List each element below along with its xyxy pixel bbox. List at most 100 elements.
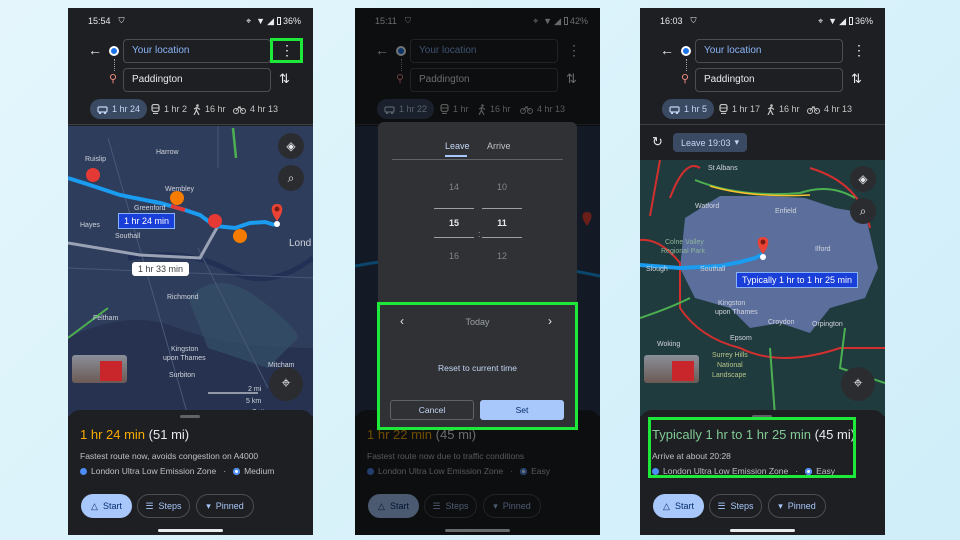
minute-picker[interactable]: 10 11 12 [482, 182, 522, 282]
steps-button[interactable]: ☰ Steps [137, 494, 190, 518]
route-time-label[interactable]: 1 hr 24 min [118, 213, 176, 229]
mode-tab-car[interactable]: 1 hr 5 [662, 99, 715, 119]
separator: · [223, 466, 227, 476]
swap-button[interactable]: ⇅ [279, 71, 290, 87]
steps-button[interactable]: ☰ Steps [709, 494, 762, 518]
map-label: Greenford [134, 205, 166, 212]
hour-option[interactable]: 16 [434, 238, 474, 261]
difficulty-icon [233, 467, 241, 475]
status-time: 15:54 [88, 16, 111, 26]
tab-arrive[interactable]: Arrive [487, 141, 511, 151]
route-details-sheet[interactable]: 1 hr 24 min (51 mi) Fastest route now, a… [68, 410, 313, 535]
destination-input[interactable]: Paddington [695, 68, 843, 92]
map-label: Enfield [775, 208, 797, 215]
bike-icon [233, 105, 246, 114]
divider [68, 124, 313, 125]
pinned-button[interactable]: ▾ Pinned [768, 494, 826, 518]
walk-icon [767, 103, 775, 115]
start-button[interactable]: △ Start [653, 494, 704, 518]
map-label: Ilford [815, 246, 831, 253]
home-indicator [158, 529, 223, 532]
street-view-thumbnail[interactable] [72, 355, 127, 383]
map-label: Surrey Hills [712, 352, 748, 359]
start-label: Start [674, 501, 694, 511]
location-icon: ⌖ [246, 15, 252, 26]
time-separator: : [478, 229, 481, 239]
map-label: Colne Valley [665, 239, 704, 246]
route-time-label[interactable]: Typically 1 hr to 1 hr 25 min [736, 272, 859, 288]
battery-percent: 36% [282, 16, 301, 26]
origin-input[interactable]: Your location [123, 39, 271, 63]
car-icon [97, 105, 108, 114]
layers-button[interactable]: ◈ [850, 166, 876, 192]
my-location-button[interactable]: ⌖ [269, 367, 303, 401]
destination-pin-icon: ⚲ [681, 73, 690, 85]
location-icon: ⌖ [818, 15, 824, 26]
mode-time: 1 hr 17 [732, 104, 761, 114]
route-info-row: London Ultra Low Emission Zone · Medium [80, 466, 274, 476]
pin-icon: ▾ [778, 500, 783, 511]
drag-handle[interactable] [180, 415, 200, 418]
pinned-button[interactable]: ▾ Pinned [196, 494, 254, 518]
search-map-button[interactable]: ⌕ [850, 198, 876, 224]
tab-underline [445, 155, 467, 157]
signal-icon: ◢ [267, 15, 274, 26]
minute-selected[interactable]: 11 [482, 208, 522, 238]
mode-tab-train[interactable]: 1 hr 17 [712, 99, 767, 119]
divider [392, 159, 563, 160]
refresh-button[interactable]: ↻ [652, 134, 663, 150]
mode-time: 1 hr 5 [684, 104, 708, 114]
list-icon: ☰ [145, 500, 154, 511]
swap-button[interactable]: ⇅ [851, 71, 862, 87]
map-label: National [717, 362, 743, 369]
start-button[interactable]: △ Start [81, 494, 132, 518]
search-map-button[interactable]: ⌕ [278, 165, 304, 191]
minute-option[interactable]: 10 [482, 182, 522, 208]
map-label: St Albans [708, 165, 738, 172]
tab-leave[interactable]: Leave [445, 141, 470, 151]
traffic-incident-icon[interactable] [208, 214, 222, 228]
mode-tab-car[interactable]: 1 hr 24 [90, 99, 148, 119]
traffic-camera-icon[interactable] [233, 229, 247, 243]
navigation-icon: △ [663, 500, 670, 511]
wifi-icon: ▼ [256, 16, 266, 26]
leave-time-dropdown[interactable]: Leave 19:03 ▾ [673, 133, 748, 152]
list-icon: ☰ [717, 500, 726, 511]
traffic-camera-icon[interactable] [170, 191, 184, 205]
car-icon [669, 105, 680, 114]
battery-percent: 36% [854, 16, 873, 26]
home-indicator [730, 529, 795, 532]
status-time: 16:03 [660, 16, 683, 26]
layers-button[interactable]: ◈ [278, 133, 304, 159]
map-label: Woking [657, 341, 680, 348]
steps-label: Steps [730, 501, 754, 511]
more-options-button[interactable]: ⋮ [852, 42, 866, 59]
mode-time: 16 hr [779, 104, 800, 114]
hour-option[interactable]: 14 [434, 182, 474, 208]
back-button[interactable]: ← [660, 42, 674, 58]
origin-dot-icon [681, 46, 691, 56]
minute-option[interactable]: 12 [482, 238, 522, 261]
highlight-box [648, 417, 856, 478]
destination-pin-icon: ⚲ [109, 73, 118, 85]
my-location-button[interactable]: ⌖ [841, 367, 875, 401]
map-label: Wembley [165, 186, 195, 193]
navigation-icon: △ [91, 500, 98, 511]
destination-input[interactable]: Paddington [123, 68, 271, 92]
mode-time: 1 hr 2 [164, 104, 188, 114]
street-view-thumbnail[interactable] [644, 355, 699, 383]
mode-tab-bike[interactable]: 4 hr 13 [800, 99, 859, 119]
mode-tab-bike[interactable]: 4 hr 13 [226, 99, 285, 119]
hour-picker[interactable]: 14 15 16 [434, 182, 474, 282]
info-icon [80, 467, 87, 475]
traffic-incident-icon[interactable] [86, 168, 100, 182]
origin-input[interactable]: Your location [695, 39, 843, 63]
hour-selected[interactable]: 15 [434, 208, 474, 238]
route-description: Fastest route now, avoids congestion on … [80, 451, 259, 461]
battery-icon [848, 17, 853, 25]
difficulty: Medium [244, 466, 275, 476]
back-button[interactable]: ← [88, 42, 102, 58]
alt-route-time-label[interactable]: 1 hr 33 min [132, 262, 190, 276]
route-dots [685, 59, 687, 71]
signal-icon: ◢ [839, 15, 846, 26]
